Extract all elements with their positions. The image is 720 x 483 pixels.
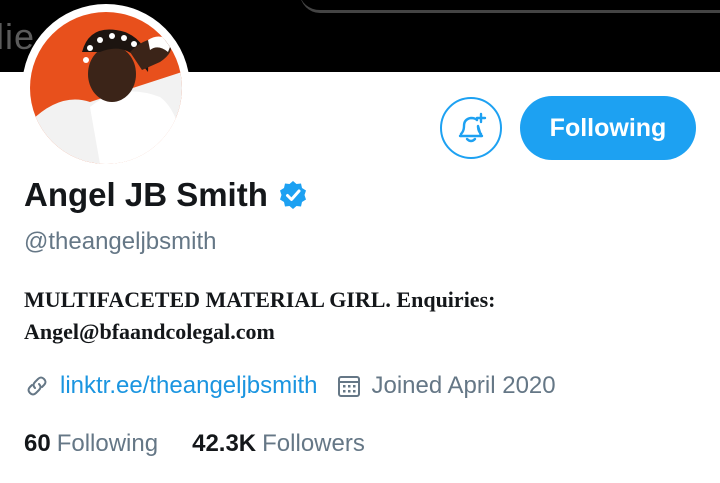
followers-label: Followers	[262, 430, 365, 457]
following-button[interactable]: Following	[520, 96, 696, 160]
notifications-bell-button[interactable]	[440, 97, 502, 159]
profile-meta-row: linktr.ee/theangeljbsmith Joined April 2…	[24, 372, 556, 400]
followers-count: 42.3K	[192, 430, 257, 457]
profile-avatar[interactable]	[22, 4, 190, 172]
bell-plus-icon	[453, 110, 489, 146]
following-stat[interactable]: 60 Following	[24, 430, 158, 458]
link-icon	[24, 373, 50, 399]
avatar-photo	[30, 12, 182, 164]
profile-website-link[interactable]: linktr.ee/theangeljbsmith	[60, 372, 317, 400]
joined-date: Joined April 2020	[371, 372, 556, 399]
display-name-row: Angel JB Smith	[24, 176, 308, 214]
follow-stats-row: 60 Following 42.3K Followers	[24, 430, 365, 458]
display-name: Angel JB Smith	[24, 176, 268, 213]
bio-email[interactable]: Angel@bfaandcolegal.com	[24, 316, 664, 348]
profile-bio: MULTIFACETED MATERIAL GIRL. Enquiries: A…	[24, 284, 664, 348]
user-handle: @theangeljbsmith	[24, 228, 217, 255]
following-count: 60	[24, 430, 51, 457]
banner-curve	[300, 0, 720, 13]
bio-line-1: MULTIFACETED MATERIAL GIRL. Enquiries:	[24, 287, 496, 312]
calendar-icon	[337, 374, 361, 398]
verified-badge-icon	[278, 180, 308, 210]
following-label: Following	[56, 430, 159, 457]
followers-stat[interactable]: 42.3K Followers	[192, 430, 365, 458]
